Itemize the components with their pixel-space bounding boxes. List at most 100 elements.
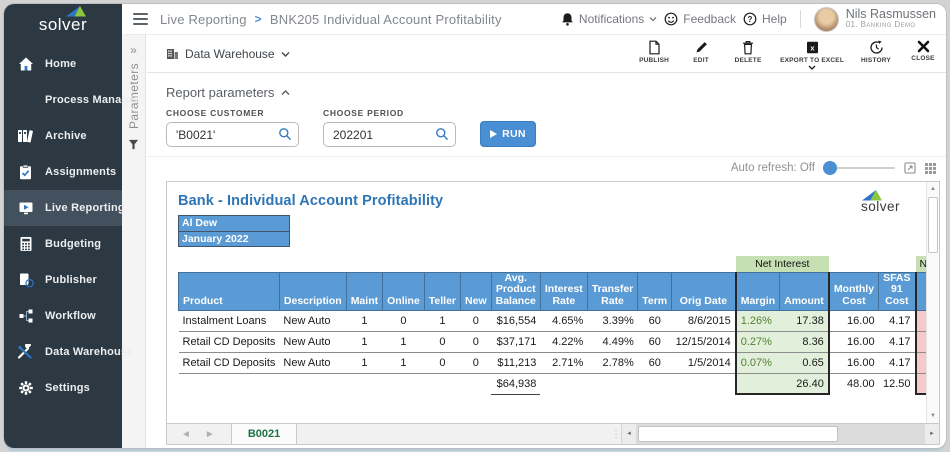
chevron-down-icon — [649, 15, 657, 23]
trash-icon — [741, 40, 755, 55]
grid-view-icon[interactable] — [924, 162, 937, 175]
sidebar-item-label: Settings — [45, 382, 90, 394]
toolbar-actions: PUBLISH EDIT DELETE x EXPORT TO EXCEL — [639, 37, 938, 70]
notifications-label: Notifications — [579, 12, 644, 26]
table-cell: 0 — [424, 331, 460, 352]
table-cell — [179, 373, 280, 394]
table-cell — [638, 373, 672, 394]
home-icon — [17, 56, 34, 73]
table-cell: 16.00 — [829, 310, 879, 331]
sidebar-item-home[interactable]: Home — [4, 46, 122, 82]
table-cell: 0.27% — [736, 331, 780, 352]
table-cell — [587, 373, 637, 394]
table-cell: 0.65 — [780, 352, 829, 373]
table-cell: 60 — [638, 352, 672, 373]
menu-icon[interactable] — [133, 13, 148, 25]
sidebar-item-label: Workflow — [45, 310, 96, 322]
sidebar-item-label: Home — [45, 58, 76, 70]
publish-button[interactable]: PUBLISH — [639, 40, 669, 64]
scrollbar-thumb[interactable] — [638, 426, 838, 442]
table-row: Retail CD DepositsNew Auto1100$11,2132.7… — [179, 352, 927, 373]
user-org: 01. Banking Demo — [846, 21, 936, 29]
sidebar-item-budgeting[interactable]: Budgeting — [4, 226, 122, 262]
table-cell: New Auto — [279, 310, 346, 331]
customer-field-group: CHOOSE CUSTOMER — [166, 108, 299, 147]
workflow-icon — [17, 308, 34, 325]
sidebar-item-label: Data Warehouse — [45, 346, 134, 358]
notifications-button[interactable]: Notifications — [561, 12, 657, 26]
table-cell: 8/6/2015 — [672, 310, 736, 331]
table-cell: 60 — [638, 310, 672, 331]
table-cell: 4.17 — [879, 310, 916, 331]
user-avatar[interactable] — [814, 7, 839, 32]
table-cell: 60 — [638, 331, 672, 352]
sheet-pager: ◄ ► — [167, 424, 231, 444]
archive-icon — [17, 128, 34, 145]
feedback-button[interactable]: Feedback — [664, 12, 736, 26]
expand-panel-icon[interactable]: » — [130, 43, 137, 57]
sidebar-item-label: Process Manager — [45, 94, 139, 106]
delete-button[interactable]: DELETE — [733, 40, 763, 64]
auto-refresh-slider[interactable] — [823, 161, 895, 175]
bell-icon — [561, 12, 574, 26]
sidebar-item-live-reporting[interactable]: Live Reporting — [4, 190, 122, 226]
horizontal-scrollbar[interactable]: ◄ ► — [621, 424, 939, 444]
help-button[interactable]: ? Help — [743, 12, 787, 26]
table-cell: Retail CD Deposits — [179, 331, 280, 352]
sidebar-item-publisher[interactable]: Publisher — [4, 262, 122, 298]
popout-icon[interactable] — [903, 162, 916, 175]
export-to-excel-button[interactable]: x EXPORT TO EXCEL — [780, 40, 844, 70]
help-icon: ? — [743, 12, 757, 26]
slider-knob[interactable] — [823, 161, 837, 175]
table-cell: 4.17 — [879, 331, 916, 352]
main-content: Data Warehouse PUBLISH EDIT DELETE x — [147, 35, 946, 448]
data-source-selector[interactable]: Data Warehouse — [166, 47, 289, 61]
sidebar-item-workflow[interactable]: Workflow — [4, 298, 122, 334]
run-button[interactable]: RUN — [480, 121, 536, 147]
sidebar-item-settings[interactable]: Settings — [4, 370, 122, 406]
sheet-tab[interactable]: B0021 — [231, 424, 297, 444]
table-cell — [672, 373, 736, 394]
sidebar-item-label: Assignments — [45, 166, 116, 178]
splitter-handle[interactable]: ⋮ — [611, 424, 621, 444]
scrollbar-track[interactable] — [636, 424, 925, 444]
column-header: Orig Date — [672, 272, 736, 310]
help-label: Help — [762, 12, 787, 26]
table-cell: Retail CD Deposits — [179, 352, 280, 373]
sidebar-item-data-warehouse[interactable]: Data Warehouse — [4, 334, 122, 370]
close-button[interactable]: CLOSE — [908, 40, 938, 62]
report-canvas: Bank - Individual Account Profitability … — [167, 182, 926, 423]
table-cell: 16.00 — [829, 331, 879, 352]
breadcrumb-section[interactable]: Live Reporting — [160, 12, 247, 27]
search-icon[interactable] — [278, 127, 292, 141]
prev-sheet-icon[interactable]: ◄ — [181, 429, 191, 440]
table-cell: $11,213 — [491, 352, 540, 373]
report-period-cell: January 2022 — [179, 231, 289, 246]
history-button[interactable]: HISTORY — [861, 40, 891, 64]
scrollbar-thumb[interactable] — [928, 197, 938, 253]
run-button-label: RUN — [502, 128, 526, 140]
period-field-group: CHOOSE PERIOD — [323, 108, 456, 147]
table-cell: $37,171 — [491, 331, 540, 352]
breadcrumb-page-title: BNK205 Individual Account Profitability — [270, 12, 502, 27]
scroll-left-icon[interactable]: ◄ — [622, 424, 636, 444]
scroll-down-icon[interactable]: ▼ — [927, 409, 939, 423]
scroll-up-icon[interactable]: ▲ — [927, 182, 939, 196]
sidebar-item-assignments[interactable]: Assignments — [4, 154, 122, 190]
table-cell: 1 — [346, 310, 382, 331]
scroll-right-icon[interactable]: ► — [925, 424, 939, 444]
report-parameters-toggle[interactable]: Report parameters — [166, 85, 946, 100]
sidebar-item-archive[interactable]: Archive — [4, 118, 122, 154]
table-cell: 2.71% — [540, 352, 587, 373]
edit-button[interactable]: EDIT — [686, 40, 716, 64]
action-label: EXPORT TO EXCEL — [780, 57, 844, 64]
vertical-scrollbar[interactable]: ▲ ▼ — [926, 182, 939, 423]
table-cell: 1 — [383, 331, 425, 352]
search-icon[interactable] — [435, 127, 449, 141]
column-header: Teller — [424, 272, 460, 310]
table-cell: 12/15/2014 — [672, 331, 736, 352]
table-cell: 0 — [383, 310, 425, 331]
sidebar-item-process-manager[interactable]: Process Manager — [4, 82, 122, 118]
user-menu[interactable]: Nils Rasmussen 01. Banking Demo — [846, 8, 936, 30]
next-sheet-icon[interactable]: ► — [205, 429, 215, 440]
